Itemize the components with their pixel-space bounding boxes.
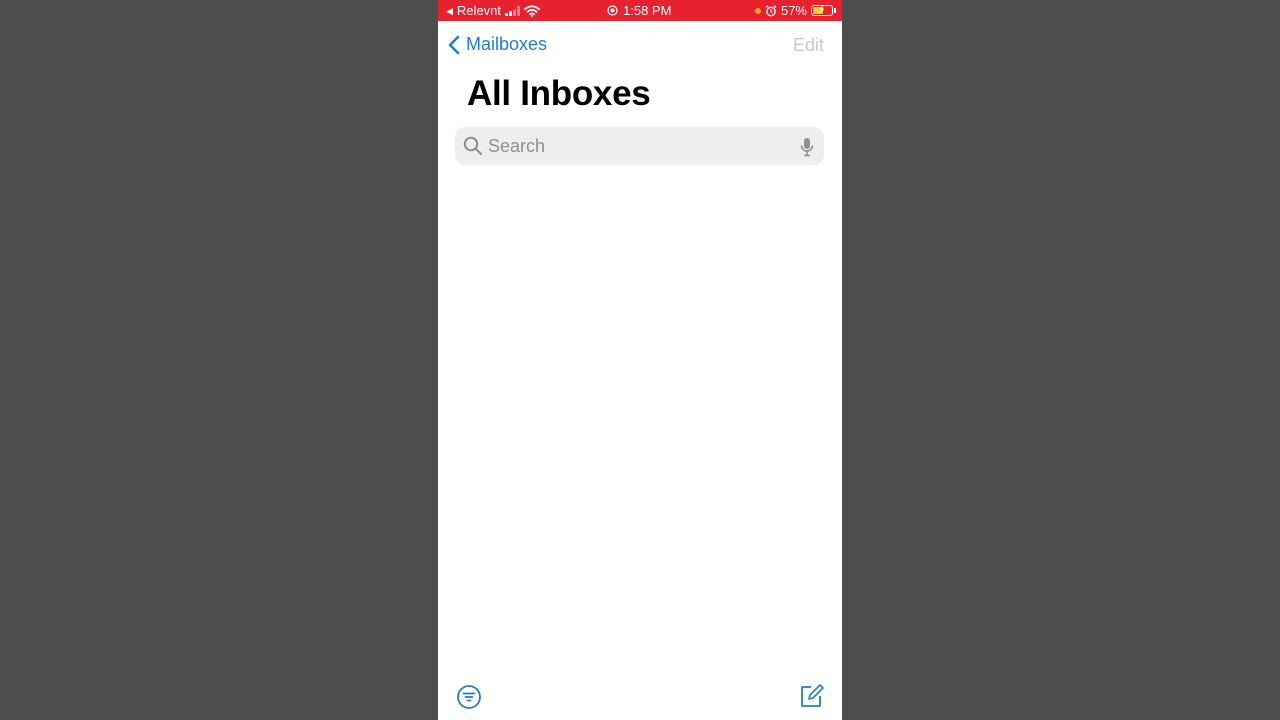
screen-recording-icon	[607, 5, 618, 16]
status-right: 57% ⚡	[754, 3, 836, 18]
back-to-app-label[interactable]: Relevnt	[457, 3, 501, 18]
charging-bolt-icon: ⚡	[818, 4, 826, 16]
status-center: 1:58 PM	[607, 3, 671, 18]
search-icon	[463, 136, 483, 156]
cellular-signal-icon	[505, 5, 520, 16]
search-bar[interactable]	[455, 127, 824, 165]
mic-in-use-indicator	[754, 7, 761, 14]
status-time: 1:58 PM	[623, 3, 672, 18]
page-title: All Inboxes	[467, 74, 651, 113]
chevron-left-icon	[448, 35, 460, 54]
search-input[interactable]	[488, 133, 788, 159]
back-to-app-icon[interactable]: ◀	[446, 4, 453, 18]
filter-icon[interactable]	[456, 684, 482, 710]
status-left: ◀ Relevnt	[446, 3, 540, 18]
wifi-icon	[524, 4, 540, 17]
phone-screen: ◀ Relevnt 1:58 PM 57% ⚡ Mailboxes Edit A…	[438, 0, 842, 720]
compose-icon[interactable]	[798, 683, 824, 709]
battery-cap	[834, 8, 836, 13]
message-list	[438, 175, 842, 665]
mic-icon[interactable]	[800, 137, 814, 157]
alarm-icon	[765, 4, 777, 16]
mailboxes-back-button[interactable]: Mailboxes	[448, 34, 547, 55]
battery-percent: 57%	[780, 3, 807, 18]
nav-bar: Mailboxes Edit	[438, 28, 842, 64]
bottom-toolbar	[438, 676, 842, 720]
back-button-label: Mailboxes	[466, 34, 548, 54]
edit-button[interactable]: Edit	[793, 35, 824, 56]
battery-icon: ⚡	[811, 4, 833, 16]
status-bar: ◀ Relevnt 1:58 PM 57% ⚡	[438, 0, 842, 21]
